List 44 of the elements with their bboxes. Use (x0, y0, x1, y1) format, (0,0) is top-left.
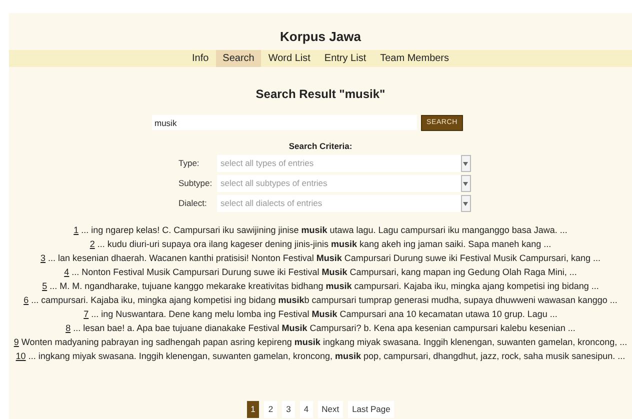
result-snippet: ... Nonton Festival Musik Campursari Durung suwe iki Festival Musik Campursari, kang mapan ing Gedung Olah Raga Mini, ... (72, 267, 577, 278)
result-number-link[interactable]: 9 (14, 337, 19, 348)
field-label: Type: (178, 157, 200, 170)
nav-tab[interactable]: Team Members (373, 50, 456, 67)
result-number-link[interactable]: 10 (16, 351, 26, 362)
nav-tab[interactable]: Search (216, 50, 262, 67)
page-link[interactable]: 4 (300, 401, 313, 418)
result-number-link[interactable]: 1 (74, 225, 79, 236)
nav-tab[interactable]: Word List (261, 50, 318, 67)
select-placeholder: select all dialects of entries (220, 197, 322, 210)
page-link[interactable]: Next (318, 401, 344, 418)
result-number-link[interactable]: 3 (40, 253, 46, 264)
nav-tab[interactable]: Entry List (317, 50, 374, 67)
search-field[interactable]: musik (152, 115, 416, 130)
result-number-link[interactable]: 6 (24, 295, 29, 306)
page-link[interactable]: 2 (264, 401, 278, 418)
select-placeholder: select all types of entries (220, 157, 314, 170)
page-link[interactable]: 1 (246, 401, 260, 418)
result-snippet: ... lesan bae! a. Apa bae tujuane dianakake Festival Musik Campursari? b. Kena apa kesenian campursari kalebu kesenian ... (73, 323, 576, 334)
result-snippet: ... campursari. Kajaba iku, mingka ajang kompetisi ing bidang musikb campursari tumprap generasi mudha, supaya dhuwweni wawasan kanggo ... (31, 295, 618, 306)
result-snippet: ... lan kesenian dhaerah. Wacanen kanthi pratisisi! Nonton Festival Musik Campursari Durung suwe iki Festival Musik Campursari, kang ... (48, 253, 600, 264)
result-snippet: ... ing Nuswantara. Dene kang melu lomba ing Festival Musik Campursari ana 10 kecamatan utawa 10 grup. Lagu ... (91, 309, 558, 320)
result-snippet: ... ingkang miyak swasana. Inggih klenengan, suwanten gamelan, kroncong, musik pop, campursari, dhangdhut, jazz, rock, saha musik sanesipun. ... (28, 351, 626, 362)
dropdown-caret-icon (463, 202, 468, 206)
result-number-link[interactable]: 5 (42, 281, 48, 292)
select-placeholder: select all subtypes of entries (220, 177, 328, 190)
result-number-link[interactable]: 7 (84, 309, 89, 320)
criteria-title: Search Criteria: (288, 140, 354, 154)
result-number-link[interactable]: 2 (90, 239, 95, 250)
result-snippet: ... ing ngarep kelas! C. Campursari iku sawijining jinise musik utawa lagu. Lagu campursari iku manganggo basa Jawa. ... (81, 225, 568, 236)
page-link[interactable]: 3 (282, 401, 295, 418)
dropdown-caret-icon (463, 162, 468, 166)
result-snippet: ... M. M. ngandharake, tujuane kanggo mekarake kreativitas bidhang musik campursari. Kajaba iku, mingka ajang kompetisi ing bidang ... (50, 281, 599, 292)
field-label: Dialect: (178, 197, 208, 210)
results-heading: Search Result "musik" (254, 87, 386, 102)
result-number-link[interactable]: 8 (66, 323, 71, 334)
site-title: Korpus Jawa (279, 28, 362, 46)
field-label: Subtype: (178, 177, 214, 190)
result-snippet: Wonten madyaning pabrayan ing sadhengah papan asring kepireng musik ingkang miyak swasana. Inggih klenengan, suwanten gamelan, kroncong, ... (21, 337, 628, 348)
dropdown-caret-icon (463, 182, 468, 186)
result-number-link[interactable]: 4 (64, 267, 70, 278)
result-snippet: ... kudu diuri-uri supaya ora ilang kageser dening jinis-jinis musik kang akeh ing jaman saiki. Sapa maneh kang ... (97, 239, 552, 250)
page-link[interactable]: Last Page (348, 401, 394, 418)
nav-tab[interactable]: Info (184, 50, 216, 67)
